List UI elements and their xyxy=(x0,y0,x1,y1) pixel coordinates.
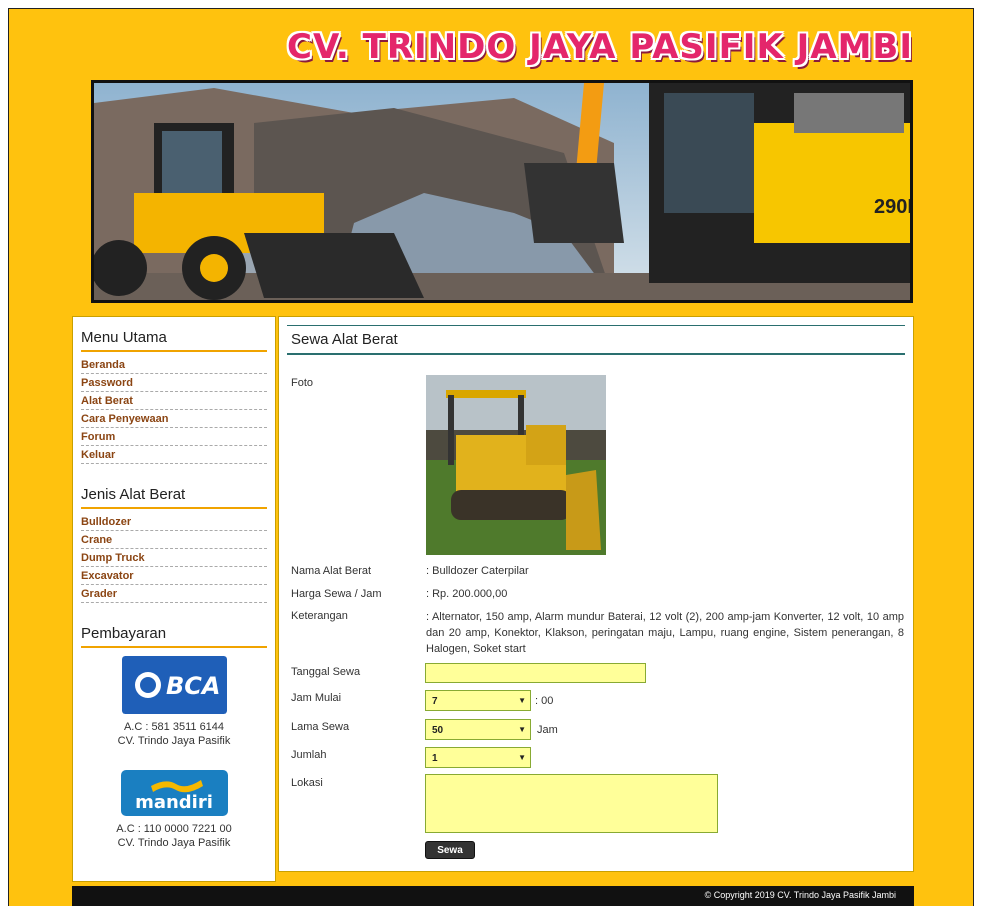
header-banner-image: 290L xyxy=(91,80,913,303)
sidebar-item-cara-penyewaan[interactable]: Cara Penyewaan xyxy=(81,410,267,428)
main-content: Sewa Alat Berat Foto Nama Alat Berat : B… xyxy=(278,316,914,872)
mandiri-payment: mandiri A.C : 110 0000 7221 00 CV. Trind… xyxy=(81,770,267,850)
lokasi-label: Lokasi xyxy=(291,777,323,789)
mandiri-account-number: A.C : 110 0000 7221 00 xyxy=(116,823,232,835)
bulldozer-photo xyxy=(426,375,606,555)
nama-alat-label: Nama Alat Berat xyxy=(291,565,372,577)
keterangan-label: Keterangan xyxy=(291,610,348,622)
jenis-item-crane[interactable]: Crane xyxy=(81,531,267,549)
bca-account-name: CV. Trindo Jaya Pasifik xyxy=(117,735,231,747)
nama-alat-value: : Bulldozer Caterpilar xyxy=(426,565,529,577)
jumlah-label: Jumlah xyxy=(291,749,327,761)
chevron-down-icon: ▼ xyxy=(518,725,526,734)
page-title: Sewa Alat Berat xyxy=(287,325,905,355)
bca-account-number: A.C : 581 3511 6144 xyxy=(123,721,225,733)
mandiri-logo-icon: mandiri xyxy=(120,770,228,816)
sidebar-item-password[interactable]: Password xyxy=(81,374,267,392)
jam-mulai-select[interactable]: 7 ▼ xyxy=(425,690,531,711)
tanggal-sewa-label: Tanggal Sewa xyxy=(291,666,361,678)
chevron-down-icon: ▼ xyxy=(518,753,526,762)
svg-text:290L: 290L xyxy=(874,196,910,218)
jam-mulai-label: Jam Mulai xyxy=(291,692,342,704)
jam-mulai-suffix: : 00 xyxy=(535,695,554,707)
sidebar: Menu Utama Beranda Password Alat Berat C… xyxy=(72,316,276,882)
svg-text:BCA: BCA xyxy=(166,672,220,700)
harga-sewa-value: : Rp. 200.000,00 xyxy=(426,588,508,600)
menu-utama-heading: Menu Utama xyxy=(81,329,267,352)
sewa-submit-button[interactable]: Sewa xyxy=(425,841,475,859)
sidebar-item-alat-berat[interactable]: Alat Berat xyxy=(81,392,267,410)
jumlah-select[interactable]: 1 ▼ xyxy=(425,747,531,768)
lama-sewa-label: Lama Sewa xyxy=(291,721,350,733)
bca-payment: BCA A.C : 581 3511 6144 CV. Trindo Jaya … xyxy=(81,656,267,748)
harga-sewa-label: Harga Sewa / Jam xyxy=(291,588,382,600)
lama-sewa-suffix: Jam xyxy=(537,724,558,736)
sidebar-item-keluar[interactable]: Keluar xyxy=(81,446,267,464)
foto-label: Foto xyxy=(291,377,314,389)
bca-logo-icon: BCA xyxy=(121,656,227,714)
jenis-item-dump-truck[interactable]: Dump Truck xyxy=(81,549,267,567)
lokasi-textarea[interactable] xyxy=(425,774,718,833)
svg-text:mandiri: mandiri xyxy=(135,792,213,813)
jenis-item-grader[interactable]: Grader xyxy=(81,585,267,603)
footer-copyright: © Copyright 2019 CV. Trindo Jaya Pasifik… xyxy=(72,886,914,906)
lama-sewa-select[interactable]: 50 ▼ xyxy=(425,719,531,740)
site-title: CV. TRINDO JAYA PASIFIK JAMBI xyxy=(287,27,913,67)
jenis-alat-heading: Jenis Alat Berat xyxy=(81,486,267,509)
jenis-item-excavator[interactable]: Excavator xyxy=(81,567,267,585)
pembayaran-heading: Pembayaran xyxy=(81,625,267,648)
sidebar-item-beranda[interactable]: Beranda xyxy=(81,356,267,374)
mandiri-account-name: CV. Trindo Jaya Pasifik xyxy=(117,837,231,849)
keterangan-value: : Alternator, 150 amp, Alarm mundur Bate… xyxy=(426,611,904,655)
jam-mulai-value: 7 xyxy=(432,696,438,707)
lama-sewa-value: 50 xyxy=(432,725,444,736)
jumlah-value: 1 xyxy=(432,753,438,764)
sidebar-item-forum[interactable]: Forum xyxy=(81,428,267,446)
tanggal-sewa-input[interactable] xyxy=(425,663,646,683)
jenis-item-bulldozer[interactable]: Bulldozer xyxy=(81,513,267,531)
chevron-down-icon: ▼ xyxy=(518,696,526,705)
